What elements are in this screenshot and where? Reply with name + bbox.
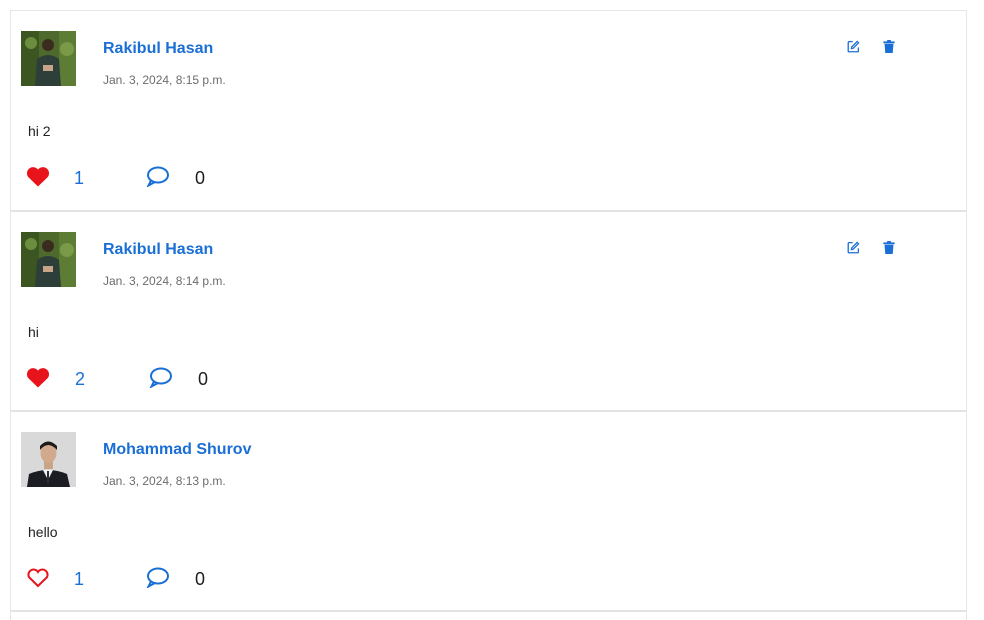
post-timestamp: Jan. 3, 2024, 8:15 p.m.: [103, 73, 226, 87]
post-timestamp: Jan. 3, 2024, 8:14 p.m.: [103, 274, 226, 288]
comment-count: 0: [195, 168, 206, 188]
post-stats: 2 0: [26, 366, 326, 392]
post-body: hi: [28, 324, 39, 340]
post-body: hello: [28, 524, 58, 540]
trash-icon[interactable]: [881, 239, 897, 255]
post-card-partial: [11, 610, 966, 620]
avatar[interactable]: [21, 432, 76, 487]
post-feed: Rakibul Hasan Jan. 3, 2024, 8:15 p.m. hi…: [10, 10, 967, 620]
author-name[interactable]: Mohammad Shurov: [103, 441, 251, 459]
heart-outline-icon[interactable]: [26, 567, 50, 593]
author-name[interactable]: Rakibul Hasan: [103, 40, 213, 58]
heart-icon[interactable]: [26, 367, 50, 393]
post-stats: 1 0: [26, 165, 326, 191]
post-actions: [845, 38, 897, 54]
comment-count: 0: [195, 569, 206, 589]
like-count: 2: [75, 369, 86, 389]
post-body: hi 2: [28, 123, 51, 139]
post-stats: 1 0: [26, 566, 326, 592]
edit-icon[interactable]: [845, 38, 861, 54]
edit-icon[interactable]: [845, 239, 861, 255]
author-name[interactable]: Rakibul Hasan: [103, 241, 213, 259]
like-count: 1: [74, 569, 85, 589]
comment-bubble-icon[interactable]: [146, 567, 169, 593]
post-card: Rakibul Hasan Jan. 3, 2024, 8:14 p.m. hi: [11, 210, 966, 410]
comment-bubble-icon[interactable]: [146, 166, 169, 192]
post-card: Mohammad Shurov Jan. 3, 2024, 8:13 p.m. …: [11, 410, 966, 610]
post-timestamp: Jan. 3, 2024, 8:13 p.m.: [103, 474, 226, 488]
avatar[interactable]: [21, 232, 76, 287]
like-count: 1: [74, 168, 85, 188]
trash-icon[interactable]: [881, 38, 897, 54]
comment-count: 0: [198, 369, 209, 389]
heart-icon[interactable]: [26, 166, 50, 192]
post-actions: [845, 239, 897, 255]
post-card: Rakibul Hasan Jan. 3, 2024, 8:15 p.m. hi…: [11, 10, 966, 210]
comment-bubble-icon[interactable]: [149, 367, 172, 393]
avatar[interactable]: [21, 31, 76, 86]
